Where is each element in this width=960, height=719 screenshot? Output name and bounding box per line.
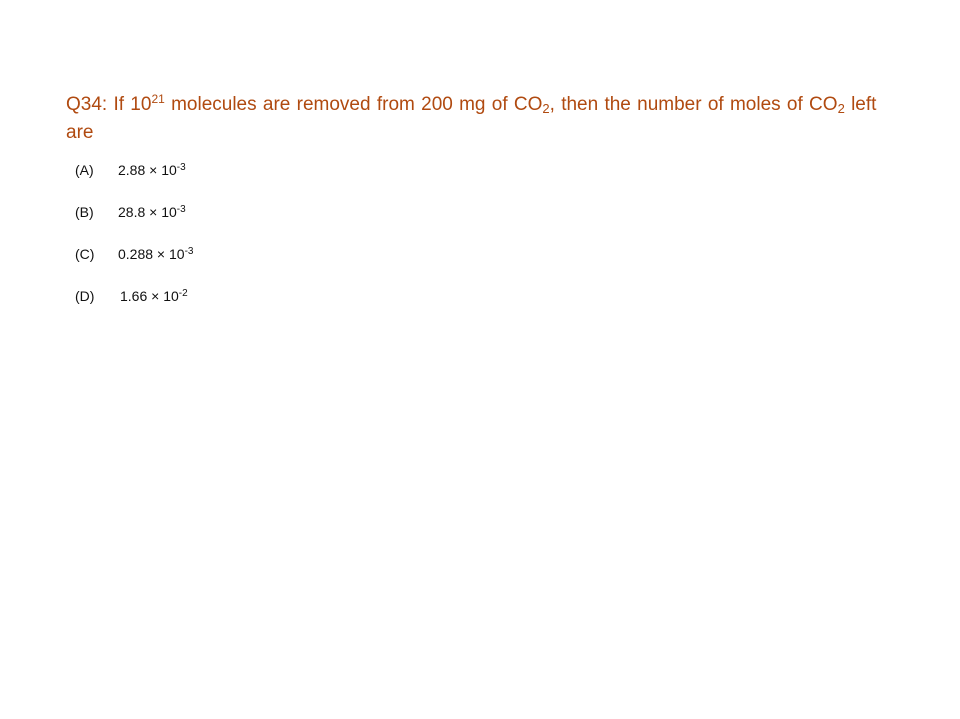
option-value: 28.8 × 10-3	[118, 204, 186, 220]
mantissa: 2.88 × 10	[118, 162, 177, 178]
question-text: Q34: If 1021 molecules are removed from …	[66, 91, 886, 147]
question-part: , then the number of moles of CO	[549, 94, 838, 115]
exponent: -3	[176, 162, 186, 173]
mantissa: 0.288 × 10	[118, 246, 185, 262]
option-value: 1.66 × 10-2	[120, 288, 188, 304]
exponent: -2	[178, 288, 188, 299]
option-label: (A)	[75, 162, 94, 178]
option-value: 2.88 × 10-3	[118, 162, 186, 178]
question-part: Q34: If 10	[66, 94, 152, 115]
question-part: molecules are removed from 200 mg of CO	[164, 94, 543, 115]
option-label: (D)	[75, 288, 95, 304]
exponent: -3	[184, 246, 194, 257]
subscript: 2	[837, 101, 845, 116]
subscript: 2	[542, 101, 550, 116]
mantissa: 1.66 × 10	[120, 288, 179, 304]
exponent: -3	[176, 204, 186, 215]
option-value: 0.288 × 10-3	[118, 246, 193, 262]
option-label: (B)	[75, 204, 94, 220]
option-label: (C)	[75, 246, 95, 262]
mantissa: 28.8 × 10	[118, 204, 177, 220]
exponent: 21	[151, 92, 165, 106]
